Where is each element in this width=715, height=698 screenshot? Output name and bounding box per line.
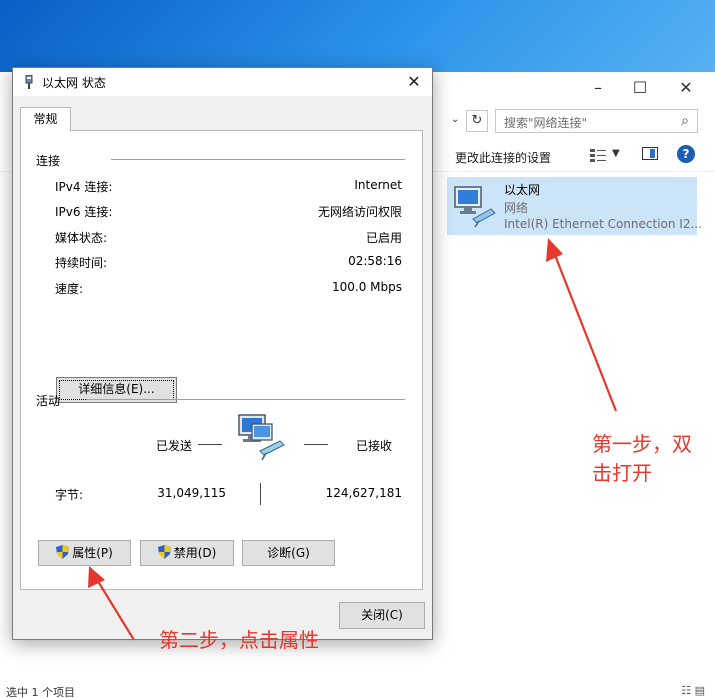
- network-plug-icon: [25, 75, 33, 89]
- search-icon: ⌕: [681, 113, 689, 129]
- ethernet-connection-item[interactable]: 以太网 网络 Intel(R) Ethernet Connection I2..…: [447, 177, 702, 235]
- change-settings-button[interactable]: 更改此连接的设置: [455, 149, 551, 166]
- duration-value: 02:58:16: [348, 254, 402, 268]
- disable-button[interactable]: 禁用(D): [140, 540, 234, 566]
- help-icon[interactable]: ?: [677, 145, 695, 163]
- bytes-received-value: 124,627,181: [325, 486, 402, 500]
- section-divider: [111, 159, 405, 160]
- ipv6-label: IPv6 连接:: [55, 205, 113, 219]
- connection-adapter: Intel(R) Ethernet Connection I2...: [504, 217, 702, 231]
- uac-shield-icon: [157, 545, 171, 559]
- received-dash: [304, 444, 328, 445]
- bytes-sent-value: 31,049,115: [157, 486, 226, 500]
- dialog-titlebar: 以太网 状态 ✕: [13, 68, 432, 96]
- ipv4-label: IPv4 连接:: [55, 180, 113, 194]
- connection-network: 网络: [504, 201, 529, 215]
- received-label: 已接收: [356, 439, 393, 453]
- section-divider: [86, 399, 405, 400]
- media-state-value: 已启用: [365, 231, 402, 245]
- bytes-separator: [260, 483, 261, 505]
- sent-label: 已发送: [156, 439, 193, 453]
- view-options-icon[interactable]: [588, 146, 610, 166]
- ipv6-value: 无网络访问权限: [317, 205, 402, 219]
- activity-section-label: 活动: [36, 394, 61, 408]
- disable-label: 禁用(D): [173, 546, 217, 560]
- sent-dash: [198, 444, 222, 445]
- properties-button[interactable]: 属性(P): [38, 540, 131, 566]
- general-panel: 连接 IPv4 连接: Internet IPv6 连接: 无网络访问权限 媒体…: [20, 130, 423, 590]
- speed-label: 速度:: [55, 282, 84, 296]
- status-text: 选中 1 个项目: [6, 686, 75, 698]
- diagnose-button[interactable]: 诊断(G): [242, 540, 335, 566]
- uac-shield-icon: [56, 545, 70, 559]
- activity-computers-icon: [238, 414, 285, 461]
- connection-name: 以太网: [504, 183, 541, 197]
- speed-value: 100.0 Mbps: [331, 280, 402, 294]
- dialog-title: 以太网 状态: [42, 76, 106, 90]
- chevron-down-icon[interactable]: ⌄: [451, 114, 459, 125]
- tab-general[interactable]: 常规: [20, 107, 71, 131]
- search-placeholder: 搜索"网络连接": [504, 116, 588, 130]
- bytes-label: 字节:: [55, 488, 84, 502]
- media-state-label: 媒体状态:: [55, 231, 108, 245]
- properties-label: 属性(P): [72, 546, 113, 560]
- view-toggle-icons[interactable]: ☷ ▤: [681, 684, 705, 697]
- connection-section-label: 连接: [36, 154, 61, 168]
- close-icon[interactable]: ✕: [404, 72, 424, 92]
- duration-label: 持续时间:: [55, 256, 108, 270]
- preview-pane-icon[interactable]: [642, 147, 658, 160]
- step1-annotation-line1: 第一步，双: [592, 432, 692, 456]
- ethernet-status-dialog: 以太网 状态 ✕ 常规 连接 IPv4 连接: Internet IPv6 连接…: [12, 67, 433, 640]
- minimize-icon[interactable]: –: [588, 78, 608, 98]
- close-button[interactable]: 关闭(C): [339, 602, 425, 629]
- network-adapter-icon: [454, 186, 496, 228]
- step1-annotation-line2: 击打开: [592, 461, 652, 485]
- step2-annotation: 第二步，点击属性: [159, 628, 319, 652]
- search-input[interactable]: 搜索"网络连接" ⌕: [495, 109, 698, 133]
- close-icon[interactable]: ✕: [676, 78, 696, 98]
- caret-down-icon[interactable]: ▼: [612, 148, 620, 159]
- status-bar: 选中 1 个项目 ☷ ▤: [0, 678, 715, 698]
- desktop-background: [0, 0, 715, 72]
- ipv4-value: Internet: [354, 178, 402, 192]
- refresh-icon[interactable]: ↻: [466, 110, 488, 132]
- maximize-icon[interactable]: ☐: [630, 78, 650, 98]
